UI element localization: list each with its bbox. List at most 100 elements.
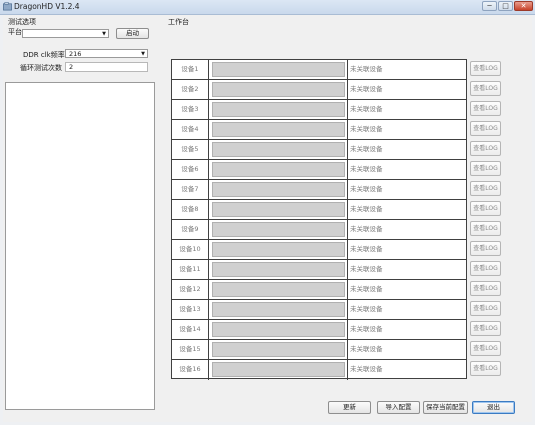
device-name: 设备6 [172, 160, 209, 179]
device-row: 设备5 未关联设备 [172, 140, 466, 160]
ddr-clk-label: DDR clk频率 [23, 51, 65, 59]
device-row: 设备7 未关联设备 [172, 180, 466, 200]
device-status: 未关联设备 [347, 240, 466, 259]
device-status: 未关联设备 [347, 140, 466, 159]
device-progress-bar [212, 242, 345, 257]
close-icon: ✕ [520, 2, 527, 10]
refresh-button[interactable]: 更新 [328, 401, 371, 414]
device-progress-bar [212, 162, 345, 177]
view-log-button[interactable]: 查看LOG [470, 181, 501, 196]
view-log-button[interactable]: 查看LOG [470, 161, 501, 176]
device-row: 设备12 未关联设备 [172, 280, 466, 300]
chevron-down-icon: ▼ [102, 31, 106, 37]
device-name: 设备10 [172, 240, 209, 259]
device-status: 未关联设备 [347, 320, 466, 339]
device-name: 设备5 [172, 140, 209, 159]
save-config-button[interactable]: 保存当前配置 [423, 401, 468, 414]
maximize-button[interactable]: □ [498, 1, 513, 11]
platform-select[interactable]: ▼ [22, 29, 109, 38]
device-row: 设备8 未关联设备 [172, 200, 466, 220]
device-name: 设备12 [172, 280, 209, 299]
device-name: 设备14 [172, 320, 209, 339]
app-icon [3, 2, 12, 11]
device-row: 设备15 未关联设备 [172, 340, 466, 360]
view-log-button[interactable]: 查看LOG [470, 221, 501, 236]
start-button[interactable]: 启动 [116, 28, 149, 39]
device-name: 设备11 [172, 260, 209, 279]
device-table: 设备1 未关联设备 设备2 未关联设备 设备3 未关联设备 设备4 未关联设备 设备5 未关联设备… [171, 59, 467, 380]
device-status: 未关联设备 [347, 160, 466, 179]
view-log-button[interactable]: 查看LOG [470, 201, 501, 216]
device-status: 未关联设备 [347, 260, 466, 279]
device-progress-bar [212, 222, 345, 237]
device-status: 未关联设备 [347, 200, 466, 219]
view-log-button[interactable]: 查看LOG [470, 141, 501, 156]
view-log-button[interactable]: 查看LOG [470, 81, 501, 96]
device-progress-bar [212, 62, 345, 77]
device-progress-bar [212, 122, 345, 137]
device-status: 未关联设备 [347, 60, 466, 79]
device-name: 设备4 [172, 120, 209, 139]
ddr-clk-select[interactable]: 216 ▼ [65, 49, 148, 58]
device-row: 设备9 未关联设备 [172, 220, 466, 240]
loop-count-label: 循环测试次数 [20, 64, 62, 72]
device-status: 未关联设备 [347, 120, 466, 139]
device-progress-bar [212, 182, 345, 197]
device-progress-bar [212, 142, 345, 157]
device-name: 设备15 [172, 340, 209, 359]
device-progress-bar [212, 322, 345, 337]
device-progress-bar [212, 202, 345, 217]
device-name: 设备8 [172, 200, 209, 219]
device-name: 设备1 [172, 60, 209, 79]
view-log-button[interactable]: 查看LOG [470, 301, 501, 316]
import-config-button[interactable]: 导入配置 [377, 401, 420, 414]
device-status: 未关联设备 [347, 340, 466, 359]
device-row: 设备2 未关联设备 [172, 80, 466, 100]
device-status: 未关联设备 [347, 280, 466, 299]
device-name: 设备3 [172, 100, 209, 119]
device-progress-bar [212, 362, 345, 377]
minimize-icon: ─ [487, 2, 492, 10]
device-name: 设备13 [172, 300, 209, 319]
view-log-button[interactable]: 查看LOG [470, 101, 501, 116]
maximize-icon: □ [502, 2, 509, 10]
exit-button[interactable]: 退出 [472, 401, 515, 414]
device-status: 未关联设备 [347, 180, 466, 199]
device-row: 设备4 未关联设备 [172, 120, 466, 140]
device-name: 设备9 [172, 220, 209, 239]
platform-label: 平台 [8, 28, 22, 36]
title-bar: DragonHD V1.2.4 ─ □ ✕ [0, 0, 535, 15]
device-row: 设备11 未关联设备 [172, 260, 466, 280]
device-progress-bar [212, 302, 345, 317]
ddr-clk-value: 216 [69, 50, 82, 58]
device-row: 设备3 未关联设备 [172, 100, 466, 120]
device-row: 设备14 未关联设备 [172, 320, 466, 340]
view-log-button[interactable]: 查看LOG [470, 341, 501, 356]
device-row: 设备16 未关联设备 [172, 360, 466, 380]
minimize-button[interactable]: ─ [482, 1, 497, 11]
workbench-title: 工作台 [168, 18, 189, 26]
view-log-button[interactable]: 查看LOG [470, 121, 501, 136]
log-output-box[interactable] [5, 82, 155, 410]
test-options-title: 测试选项 [8, 18, 36, 26]
device-status: 未关联设备 [347, 80, 466, 99]
device-row: 设备13 未关联设备 [172, 300, 466, 320]
chevron-down-icon: ▼ [141, 51, 145, 57]
loop-count-input[interactable]: 2 [65, 62, 148, 72]
window-title: DragonHD V1.2.4 [14, 2, 80, 11]
device-row: 设备10 未关联设备 [172, 240, 466, 260]
view-log-button[interactable]: 查看LOG [470, 261, 501, 276]
view-log-button[interactable]: 查看LOG [470, 61, 501, 76]
device-name: 设备7 [172, 180, 209, 199]
device-status: 未关联设备 [347, 300, 466, 319]
close-button[interactable]: ✕ [514, 1, 533, 11]
device-progress-bar [212, 282, 345, 297]
view-log-button[interactable]: 查看LOG [470, 361, 501, 376]
view-log-button[interactable]: 查看LOG [470, 281, 501, 296]
main-window: 测试选项 平台 ▼ 启动 DDR clk频率 216 ▼ 循环测试次数 2 工作… [3, 15, 532, 422]
device-progress-bar [212, 82, 345, 97]
device-progress-bar [212, 262, 345, 277]
view-log-button[interactable]: 查看LOG [470, 321, 501, 336]
device-name: 设备16 [172, 360, 209, 380]
view-log-button[interactable]: 查看LOG [470, 241, 501, 256]
